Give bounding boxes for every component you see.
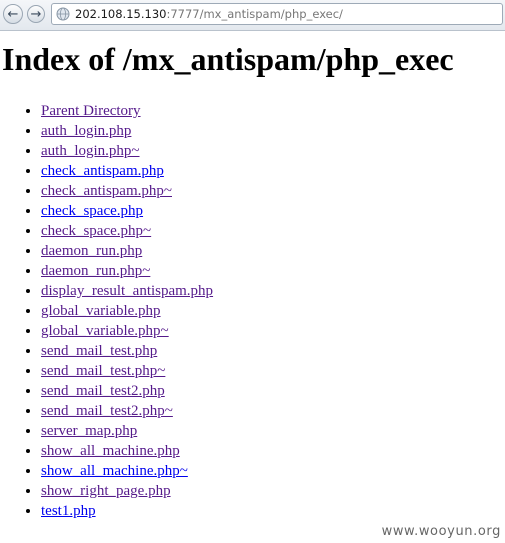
file-link[interactable]: check_space.php (41, 203, 143, 219)
file-list-item: send_mail_test.php (41, 341, 213, 361)
file-link[interactable]: server_map.php (41, 423, 137, 439)
file-link[interactable]: global_variable.php~ (41, 323, 169, 339)
file-list-item: check_space.php~ (41, 221, 213, 241)
file-list-item: send_mail_test2.php~ (41, 401, 213, 421)
browser-window: ← → 202.108.15.130:7777/mx_antispam/php_… (0, 0, 505, 543)
watermark: www.wooyun.org (381, 524, 501, 539)
file-list-item: show_all_machine.php~ (41, 461, 213, 481)
file-link[interactable]: auth_login.php (41, 123, 131, 139)
file-link[interactable]: show_all_machine.php (41, 443, 180, 459)
file-list-item: server_map.php (41, 421, 213, 441)
page-content: Index of /mx_antispam/php_exec Parent Di… (0, 31, 505, 543)
file-link[interactable]: show_all_machine.php~ (41, 463, 188, 479)
file-list-item: auth_login.php~ (41, 141, 213, 161)
file-link[interactable]: send_mail_test2.php~ (41, 403, 173, 419)
parent-directory-item: Parent Directory (41, 101, 213, 121)
file-list-item: check_antispam.php~ (41, 181, 213, 201)
address-url: 202.108.15.130:7777/mx_antispam/php_exec… (75, 7, 343, 21)
address-bar[interactable]: 202.108.15.130:7777/mx_antispam/php_exec… (51, 3, 503, 25)
page-title: Index of /mx_antispam/php_exec (2, 41, 454, 77)
file-list-item: daemon_run.php~ (41, 261, 213, 281)
address-host: 202.108.15.130 (75, 7, 167, 21)
file-list-item: test1.php (41, 501, 213, 521)
back-arrow-icon[interactable]: ← (3, 4, 23, 24)
file-link[interactable]: auth_login.php~ (41, 143, 140, 159)
file-link[interactable]: send_mail_test.php~ (41, 363, 165, 379)
file-list-item: send_mail_test2.php (41, 381, 213, 401)
file-link[interactable]: test1.php (41, 503, 96, 519)
globe-icon (56, 7, 70, 21)
file-link[interactable]: display_result_antispam.php (41, 283, 213, 299)
file-list-item: daemon_run.php (41, 241, 213, 261)
file-list-item: auth_login.php (41, 121, 213, 141)
parent-directory-link[interactable]: Parent Directory (41, 103, 141, 119)
file-link[interactable]: daemon_run.php~ (41, 263, 150, 279)
browser-toolbar: ← → 202.108.15.130:7777/mx_antispam/php_… (0, 0, 505, 31)
file-link[interactable]: send_mail_test2.php (41, 383, 165, 399)
file-link[interactable]: check_antispam.php (41, 163, 164, 179)
file-list-item: check_space.php (41, 201, 213, 221)
file-list-item: send_mail_test.php~ (41, 361, 213, 381)
file-link[interactable]: global_variable.php (41, 303, 161, 319)
forward-arrow-icon[interactable]: → (27, 5, 45, 23)
file-list-item: global_variable.php~ (41, 321, 213, 341)
address-path: :7777/mx_antispam/php_exec/ (166, 7, 343, 21)
file-list-item: global_variable.php (41, 301, 213, 321)
file-link[interactable]: check_space.php~ (41, 223, 151, 239)
file-link[interactable]: daemon_run.php (41, 243, 142, 259)
file-list-item: show_all_machine.php (41, 441, 213, 461)
file-link[interactable]: send_mail_test.php (41, 343, 157, 359)
file-list-item: show_right_page.php (41, 481, 213, 501)
file-list-item: check_antispam.php (41, 161, 213, 181)
file-link[interactable]: check_antispam.php~ (41, 183, 172, 199)
file-link[interactable]: show_right_page.php (41, 483, 171, 499)
directory-listing: Parent Directory auth_login.php auth_login… (0, 101, 213, 521)
file-list-item: display_result_antispam.php (41, 281, 213, 301)
